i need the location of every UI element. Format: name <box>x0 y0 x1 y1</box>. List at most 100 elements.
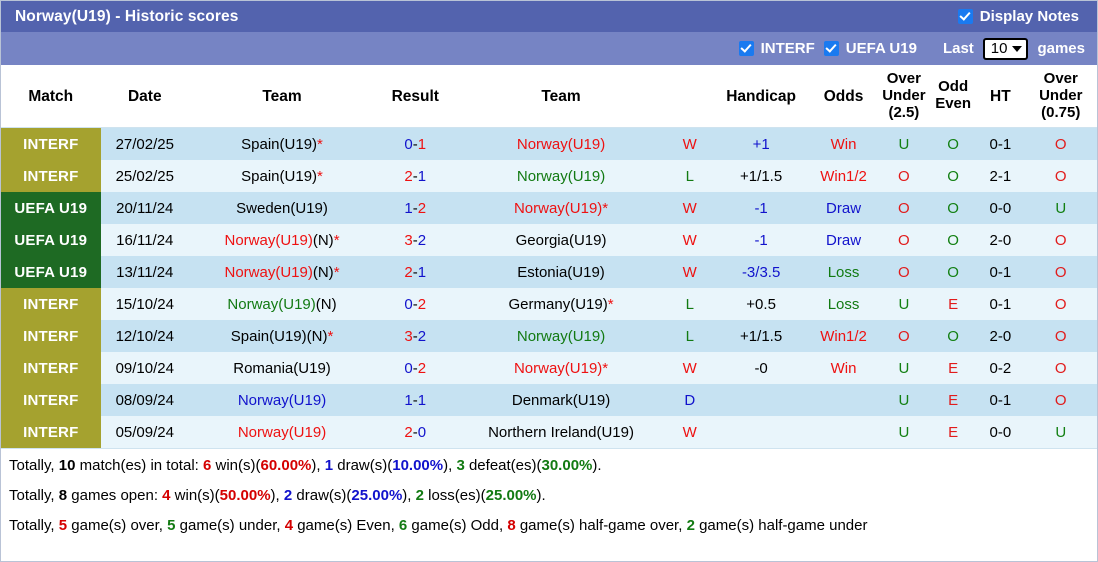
score-away: 2 <box>418 360 426 377</box>
oe-line2: Even <box>935 95 971 112</box>
txt: game(s) Even, <box>293 517 399 534</box>
win-loss-indicator: D <box>667 384 713 416</box>
home-team[interactable]: Spain(U19)(N)* <box>189 320 375 352</box>
over-under-25-value: U <box>878 288 930 320</box>
league-badge[interactable]: INTERF <box>1 352 101 384</box>
league-badge[interactable]: INTERF <box>1 416 101 448</box>
games-over: 5 <box>59 517 67 534</box>
games-count-select[interactable]: 10 <box>983 38 1029 60</box>
match-result: 2-1 <box>375 256 455 288</box>
home-team-name: Spain(U19) <box>231 328 307 345</box>
wl-value: D <box>684 392 695 409</box>
league-badge[interactable]: UEFA U19 <box>1 224 101 256</box>
handicap-value: -0 <box>713 352 810 384</box>
home-team[interactable]: Norway(U19) <box>189 416 375 448</box>
home-star-marker: * <box>334 232 340 249</box>
home-team[interactable]: Norway(U19)(N)* <box>189 224 375 256</box>
table-row[interactable]: UEFA U1916/11/24Norway(U19)(N)*3-2Georgi… <box>1 224 1097 256</box>
filter-uefa-u19[interactable]: UEFA U19 <box>824 40 917 57</box>
home-team-name: Sweden(U19) <box>236 200 328 217</box>
away-team[interactable]: Norway(U19)* <box>455 352 666 384</box>
table-row[interactable]: UEFA U1913/11/24Norway(U19)(N)*2-1Estoni… <box>1 256 1097 288</box>
table-row[interactable]: INTERF08/09/24Norway(U19)1-1Denmark(U19)… <box>1 384 1097 416</box>
away-team[interactable]: Norway(U19) <box>455 128 666 161</box>
league-badge[interactable]: INTERF <box>1 160 101 192</box>
open-draws: 2 <box>284 487 292 504</box>
match-date: 12/10/24 <box>101 320 189 352</box>
handicap-value: -3/3.5 <box>713 256 810 288</box>
open-win-pct: 50.00% <box>220 487 271 504</box>
away-team[interactable]: Denmark(U19) <box>455 384 666 416</box>
home-team[interactable]: Norway(U19)(N)* <box>189 256 375 288</box>
away-team-name: Norway(U19) <box>517 168 605 185</box>
home-team[interactable]: Spain(U19)* <box>189 160 375 192</box>
txt: game(s) under, <box>175 517 284 534</box>
home-team[interactable]: Spain(U19)* <box>189 128 375 161</box>
halftime-score: 0-1 <box>976 256 1024 288</box>
table-row[interactable]: UEFA U1920/11/24Sweden(U19)1-2Norway(U19… <box>1 192 1097 224</box>
away-team[interactable]: Estonia(U19) <box>455 256 666 288</box>
home-team[interactable]: Norway(U19)(N) <box>189 288 375 320</box>
over-under-25-value: O <box>878 192 930 224</box>
table-row[interactable]: INTERF12/10/24Spain(U19)(N)*3-2Norway(U1… <box>1 320 1097 352</box>
league-badge[interactable]: INTERF <box>1 128 101 161</box>
league-badge[interactable]: INTERF <box>1 288 101 320</box>
interf-checkbox[interactable] <box>739 41 754 56</box>
home-team[interactable]: Romania(U19) <box>189 352 375 384</box>
display-notes-control[interactable]: Display Notes <box>958 8 1087 25</box>
handicap-value <box>713 416 810 448</box>
away-team[interactable]: Germany(U19)* <box>455 288 666 320</box>
col-date: Date <box>101 65 189 128</box>
away-team-name: Norway(U19) <box>514 360 602 377</box>
league-badge[interactable]: UEFA U19 <box>1 192 101 224</box>
over-under-075-value: O <box>1025 384 1097 416</box>
table-row[interactable]: INTERF15/10/24Norway(U19)(N)0-2Germany(U… <box>1 288 1097 320</box>
uefa-u19-checkbox[interactable] <box>824 41 839 56</box>
away-team[interactable]: Norway(U19) <box>455 160 666 192</box>
display-notes-checkbox[interactable] <box>958 9 973 24</box>
neutral-marker: (N) <box>307 328 328 345</box>
filter-interf[interactable]: INTERF <box>739 40 815 57</box>
league-badge[interactable]: INTERF <box>1 320 101 352</box>
odd-even-value: E <box>930 352 976 384</box>
display-notes-label: Display Notes <box>980 8 1079 25</box>
away-team-name: Norway(U19) <box>517 136 605 153</box>
over-under-075-value: O <box>1025 320 1097 352</box>
games-label: games <box>1037 40 1085 57</box>
league-badge[interactable]: UEFA U19 <box>1 256 101 288</box>
league-badge[interactable]: INTERF <box>1 384 101 416</box>
home-team[interactable]: Sweden(U19) <box>189 192 375 224</box>
table-row[interactable]: INTERF27/02/25Spain(U19)*0-1Norway(U19)W… <box>1 128 1097 161</box>
table-row[interactable]: INTERF09/10/24Romania(U19)0-2Norway(U19)… <box>1 352 1097 384</box>
txt: Totally, <box>9 487 59 504</box>
away-team[interactable]: Northern Ireland(U19) <box>455 416 666 448</box>
wl-value: L <box>686 328 694 345</box>
wl-value: W <box>683 264 697 281</box>
home-team[interactable]: Norway(U19) <box>189 384 375 416</box>
title-bar: Norway(U19) - Historic scores Display No… <box>1 1 1097 32</box>
oe-text: E <box>948 296 958 313</box>
win-loss-indicator: W <box>667 352 713 384</box>
col-match: Match <box>1 65 101 128</box>
match-date: 05/09/24 <box>101 416 189 448</box>
halftime-score: 0-1 <box>976 384 1024 416</box>
match-date: 15/10/24 <box>101 288 189 320</box>
filter-bar: INTERF UEFA U19 Last 10 games <box>1 32 1097 65</box>
oe-line1: Odd <box>938 78 968 95</box>
away-team[interactable]: Georgia(U19) <box>455 224 666 256</box>
table-row[interactable]: INTERF05/09/24Norway(U19)2-0Northern Ire… <box>1 416 1097 448</box>
wl-value: W <box>683 136 697 153</box>
home-team-name: Norway(U19) <box>238 392 326 409</box>
away-star-marker: * <box>608 296 614 313</box>
away-team-name: Norway(U19) <box>514 200 602 217</box>
away-team[interactable]: Norway(U19) <box>455 320 666 352</box>
table-body: INTERF27/02/25Spain(U19)*0-1Norway(U19)W… <box>1 128 1097 449</box>
ou25-text: O <box>898 264 910 281</box>
ou25-text: U <box>898 360 909 377</box>
handicap-value: -1 <box>713 224 810 256</box>
wl-value: W <box>683 360 697 377</box>
table-row[interactable]: INTERF25/02/25Spain(U19)*2-1Norway(U19)L… <box>1 160 1097 192</box>
ou25-text: U <box>898 136 909 153</box>
ou075-text: O <box>1055 232 1067 249</box>
away-team[interactable]: Norway(U19)* <box>455 192 666 224</box>
